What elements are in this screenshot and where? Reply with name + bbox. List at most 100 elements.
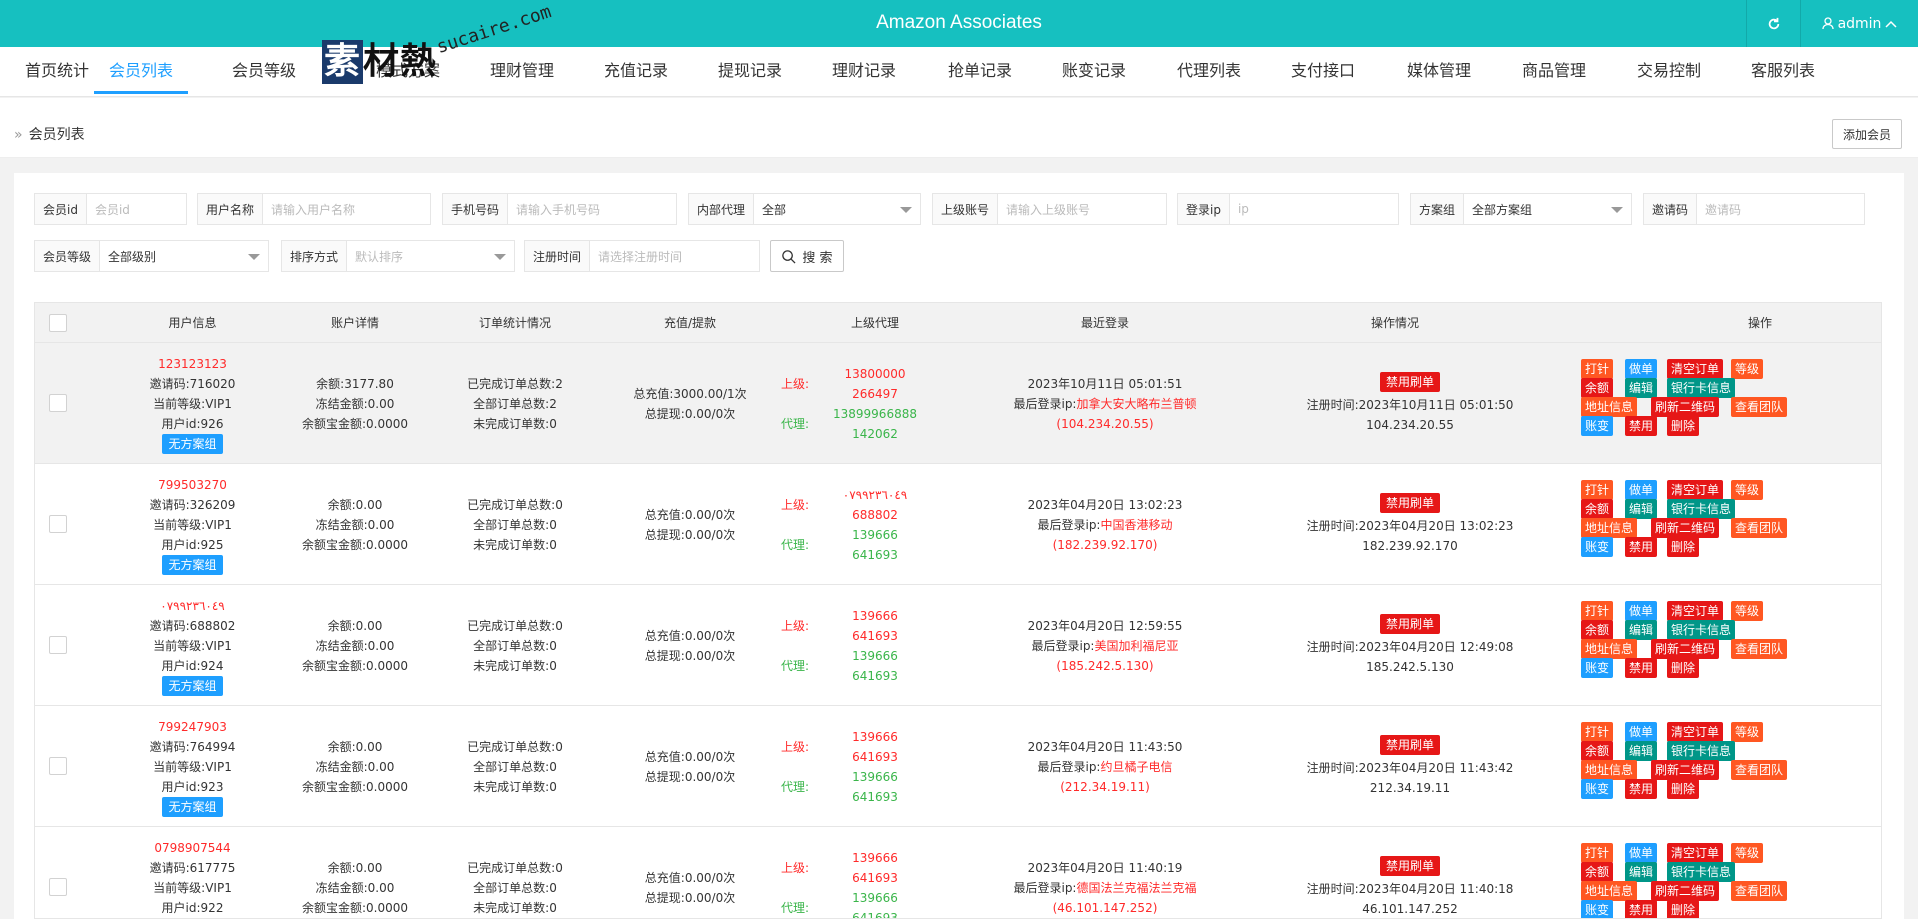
action-button[interactable]: 做单 [1625, 359, 1658, 379]
action-button[interactable]: 刷新二维码 [1651, 397, 1720, 417]
nav-item[interactable]: 充值记录 [596, 47, 676, 97]
refresh-button[interactable] [1746, 0, 1800, 47]
action-button[interactable]: 等级 [1731, 722, 1764, 742]
action-button[interactable]: 删除 [1667, 779, 1700, 799]
action-button[interactable]: 银行卡信息 [1667, 378, 1736, 398]
row-checkbox[interactable] [49, 636, 67, 654]
action-button[interactable]: 做单 [1625, 843, 1658, 863]
action-button[interactable]: 余额 [1581, 499, 1614, 519]
member-level-select[interactable]: 全部级别 [100, 241, 268, 271]
ban-order-tag[interactable]: 禁用刷单 [1379, 735, 1440, 755]
action-button[interactable]: 银行卡信息 [1667, 862, 1736, 882]
action-button[interactable]: 做单 [1625, 722, 1658, 742]
search-button[interactable]: 搜 索 [770, 240, 844, 272]
nav-item[interactable]: 理财记录 [828, 47, 900, 97]
action-button[interactable]: 清空订单 [1667, 359, 1724, 379]
user-menu[interactable]: admin [1800, 0, 1918, 47]
action-button[interactable]: 编辑 [1625, 741, 1658, 761]
nav-item[interactable]: 理财管理 [482, 47, 562, 97]
action-button[interactable]: 银行卡信息 [1667, 620, 1736, 640]
row-checkbox[interactable] [49, 394, 67, 412]
action-button[interactable]: 清空订单 [1667, 722, 1724, 742]
action-button[interactable]: 银行卡信息 [1667, 741, 1736, 761]
internal-agent-select[interactable]: 全部 [754, 194, 920, 224]
action-button[interactable]: 地址信息 [1581, 397, 1638, 417]
action-button[interactable]: 禁用 [1625, 779, 1658, 799]
action-button[interactable]: 等级 [1731, 359, 1764, 379]
action-button[interactable]: 账变 [1581, 900, 1614, 918]
action-button[interactable]: 查看团队 [1731, 881, 1788, 901]
login-ip-input[interactable]: ip [1230, 194, 1398, 224]
invite-code-input[interactable]: 邀请码 [1697, 194, 1864, 224]
sort-select[interactable]: 默认排序 [347, 241, 514, 271]
action-button[interactable]: 账变 [1581, 779, 1614, 799]
action-button[interactable]: 删除 [1667, 416, 1700, 436]
ban-order-tag[interactable]: 禁用刷单 [1379, 614, 1440, 634]
action-button[interactable]: 地址信息 [1581, 760, 1638, 780]
action-button[interactable]: 地址信息 [1581, 881, 1638, 901]
nav-item[interactable]: 提现记录 [712, 47, 788, 97]
action-button[interactable]: 账变 [1581, 416, 1614, 436]
action-button[interactable]: 刷新二维码 [1651, 518, 1720, 538]
action-button[interactable]: 查看团队 [1731, 639, 1788, 659]
account-name[interactable]: 0798907544 [125, 838, 260, 858]
group-tag[interactable]: 无方案组 [162, 434, 223, 454]
nav-item[interactable]: 客服列表 [1748, 47, 1818, 97]
nav-item[interactable]: 代理列表 [1174, 47, 1244, 97]
ban-order-tag[interactable]: 禁用刷单 [1379, 372, 1440, 392]
scheme-group-select[interactable]: 全部方案组 [1464, 194, 1631, 224]
action-button[interactable]: 打针 [1581, 843, 1614, 863]
action-button[interactable]: 禁用 [1625, 416, 1658, 436]
row-checkbox[interactable] [49, 515, 67, 533]
action-button[interactable]: 账变 [1581, 537, 1614, 557]
action-button[interactable]: 做单 [1625, 480, 1658, 500]
action-button[interactable]: 银行卡信息 [1667, 499, 1736, 519]
nav-item[interactable]: 媒体管理 [1404, 47, 1474, 97]
select-all-checkbox[interactable] [49, 314, 67, 332]
action-button[interactable]: 禁用 [1625, 658, 1658, 678]
nav-item[interactable]: 交易控制 [1634, 47, 1704, 97]
action-button[interactable]: 等级 [1731, 480, 1764, 500]
nav-item[interactable]: 会员列表 [94, 47, 188, 97]
account-name[interactable]: 799503270 [125, 475, 260, 495]
account-name[interactable]: ٠٧٩٩٢٣٦٠٤٩ [125, 596, 260, 616]
account-name[interactable]: 123123123 [125, 354, 260, 374]
action-button[interactable]: 打针 [1581, 722, 1614, 742]
action-button[interactable]: 查看团队 [1731, 518, 1788, 538]
action-button[interactable]: 刷新二维码 [1651, 639, 1720, 659]
group-tag[interactable]: 无方案组 [162, 676, 223, 696]
nav-item[interactable]: 账变记录 [1058, 47, 1130, 97]
action-button[interactable]: 打针 [1581, 359, 1614, 379]
nav-item[interactable]: 抢单记录 [944, 47, 1016, 97]
username-input[interactable]: 请输入用户名称 [263, 194, 430, 224]
action-button[interactable]: 清空订单 [1667, 601, 1724, 621]
action-button[interactable]: 地址信息 [1581, 518, 1638, 538]
action-button[interactable]: 地址信息 [1581, 639, 1638, 659]
action-button[interactable]: 禁用 [1625, 537, 1658, 557]
action-button[interactable]: 做单 [1625, 601, 1658, 621]
action-button[interactable]: 清空订单 [1667, 480, 1724, 500]
row-checkbox[interactable] [49, 878, 67, 896]
register-time-input[interactable]: 请选择注册时间 [590, 241, 759, 271]
nav-item[interactable]: 会员等级 [205, 47, 323, 97]
group-tag[interactable]: 无方案组 [162, 797, 223, 817]
ban-order-tag[interactable]: 禁用刷单 [1379, 493, 1440, 513]
action-button[interactable]: 刷新二维码 [1651, 881, 1720, 901]
action-button[interactable]: 删除 [1667, 537, 1700, 557]
action-button[interactable]: 刷新二维码 [1651, 760, 1720, 780]
phone-input[interactable]: 请输入手机号码 [508, 194, 676, 224]
action-button[interactable]: 删除 [1667, 658, 1700, 678]
action-button[interactable]: 编辑 [1625, 620, 1658, 640]
action-button[interactable]: 禁用 [1625, 900, 1658, 918]
account-name[interactable]: 799247903 [125, 717, 260, 737]
action-button[interactable]: 编辑 [1625, 862, 1658, 882]
action-button[interactable]: 清空订单 [1667, 843, 1724, 863]
ban-order-tag[interactable]: 禁用刷单 [1379, 856, 1440, 876]
action-button[interactable]: 等级 [1731, 601, 1764, 621]
action-button[interactable]: 打针 [1581, 480, 1614, 500]
action-button[interactable]: 编辑 [1625, 378, 1658, 398]
action-button[interactable]: 余额 [1581, 862, 1614, 882]
action-button[interactable]: 编辑 [1625, 499, 1658, 519]
action-button[interactable]: 账变 [1581, 658, 1614, 678]
action-button[interactable]: 打针 [1581, 601, 1614, 621]
